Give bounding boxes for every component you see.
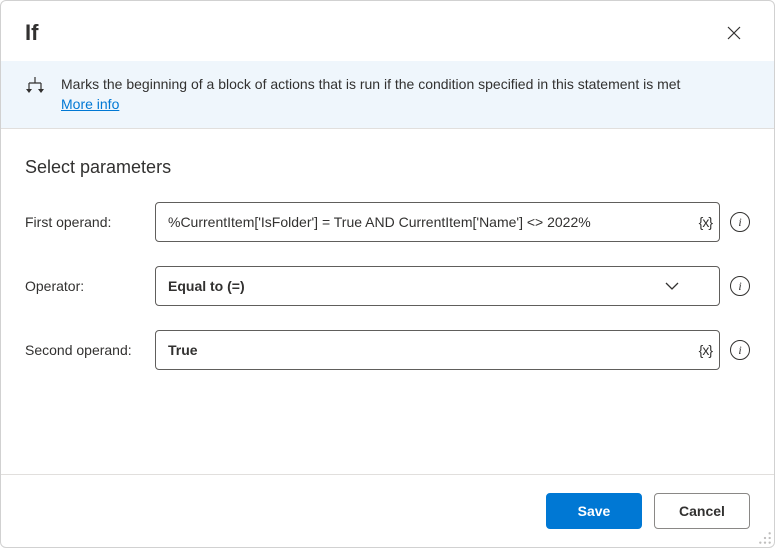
chevron-down-icon [665, 282, 679, 290]
dialog-content: Select parameters First operand: {x} i O… [1, 129, 774, 474]
close-button[interactable] [718, 17, 750, 49]
first-operand-label: First operand: [25, 214, 145, 230]
operator-select[interactable]: Equal to (=) [155, 266, 720, 306]
dialog-footer: Save Cancel [1, 474, 774, 547]
save-button[interactable]: Save [546, 493, 642, 529]
info-banner: Marks the beginning of a block of action… [1, 61, 774, 129]
second-operand-info-button[interactable]: i [730, 340, 750, 360]
first-operand-info-button[interactable]: i [730, 212, 750, 232]
if-dialog: If Marks the beginning of a block of act… [0, 0, 775, 548]
banner-text: Marks the beginning of a block of action… [61, 75, 680, 114]
operator-info-button[interactable]: i [730, 276, 750, 296]
operator-label: Operator: [25, 278, 145, 294]
second-operand-label: Second operand: [25, 342, 145, 358]
second-operand-wrap: {x} [155, 330, 720, 370]
dialog-title: If [25, 20, 38, 46]
operator-row: Operator: Equal to (=) i [25, 266, 750, 306]
section-title: Select parameters [25, 157, 750, 178]
close-icon [727, 26, 741, 40]
second-operand-input[interactable] [155, 330, 720, 370]
operator-wrap: Equal to (=) [155, 266, 720, 306]
second-operand-row: Second operand: {x} i [25, 330, 750, 370]
dialog-header: If [1, 1, 774, 61]
condition-icon [25, 77, 45, 97]
first-operand-wrap: {x} [155, 202, 720, 242]
resize-grip-icon[interactable] [758, 531, 772, 545]
variable-picker-icon[interactable]: {x} [699, 214, 712, 230]
more-info-link[interactable]: More info [61, 96, 119, 112]
banner-description: Marks the beginning of a block of action… [61, 76, 680, 92]
first-operand-input[interactable] [155, 202, 720, 242]
cancel-button[interactable]: Cancel [654, 493, 750, 529]
first-operand-row: First operand: {x} i [25, 202, 750, 242]
operator-value: Equal to (=) [168, 278, 245, 294]
variable-picker-icon[interactable]: {x} [699, 342, 712, 358]
